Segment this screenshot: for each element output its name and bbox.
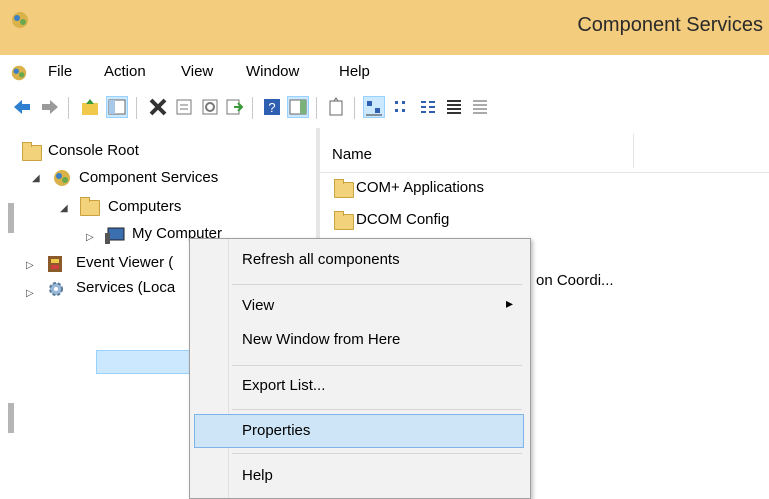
services-gear-icon: [49, 282, 63, 296]
list-item[interactable]: on Coordi...: [536, 272, 614, 289]
scroll-marker: [8, 403, 14, 433]
delete-icon[interactable]: [148, 97, 168, 117]
window-title: Component Services: [577, 14, 763, 36]
component-services-icon: [54, 170, 70, 186]
expand-arrow-icon[interactable]: ◢: [60, 203, 68, 214]
back-arrow-icon[interactable]: [12, 97, 32, 117]
column-separator[interactable]: [633, 134, 634, 168]
computer-icon: [105, 227, 125, 244]
menu-item-help[interactable]: Help: [242, 467, 273, 484]
tree-item-event-viewer[interactable]: Event Viewer (: [76, 254, 173, 271]
configure-icon[interactable]: [470, 97, 490, 117]
svg-text:?: ?: [268, 100, 275, 115]
menu-separator: [232, 409, 522, 410]
menu-separator: [232, 284, 522, 285]
collapse-arrow-icon[interactable]: ▷: [26, 288, 34, 299]
menu-item-refresh-all-components[interactable]: Refresh all components: [242, 251, 400, 268]
list-view-icon[interactable]: [418, 97, 438, 117]
tree-item-services[interactable]: Services (Loca: [76, 279, 175, 296]
tree-item-console-root[interactable]: Console Root: [48, 142, 139, 159]
folder-icon: [22, 142, 42, 161]
system-menu-icon[interactable]: [10, 64, 28, 82]
menu-window[interactable]: Window: [246, 63, 299, 80]
menu-gutter: [228, 239, 229, 498]
menu-separator: [232, 365, 522, 366]
toolbar-separator: [252, 97, 253, 119]
folder-icon: [80, 197, 100, 216]
properties-icon[interactable]: [174, 97, 194, 117]
menu-action[interactable]: Action: [104, 63, 146, 80]
toolbar-separator: [68, 97, 69, 119]
menu-item-view[interactable]: View: [242, 297, 274, 314]
context-menu: Refresh all components View ▸ New Window…: [189, 238, 531, 499]
menu-file[interactable]: File: [48, 63, 72, 80]
collapse-arrow-icon[interactable]: ▷: [86, 232, 94, 243]
small-icons-icon[interactable]: [392, 97, 412, 117]
column-header-name[interactable]: Name: [332, 146, 372, 163]
folder-icon: [334, 179, 354, 198]
toolbar: ?: [0, 89, 769, 125]
list-item[interactable]: COM+ Applications: [356, 179, 484, 196]
column-header: Name: [320, 128, 769, 173]
toolbar-separator: [316, 97, 317, 119]
expand-arrow-icon[interactable]: ◢: [32, 173, 40, 184]
scroll-marker: [8, 203, 14, 233]
event-viewer-icon: [48, 256, 62, 272]
toolbar-separator: [354, 97, 355, 119]
submenu-arrow-icon: ▸: [506, 295, 514, 311]
component-services-icon: [12, 12, 28, 28]
menu-item-new-window-from-here[interactable]: New Window from Here: [242, 331, 400, 348]
up-folder-icon[interactable]: [80, 97, 100, 117]
menu-bar: File Action View Window Help: [0, 55, 769, 89]
help-icon[interactable]: ?: [262, 97, 282, 117]
menu-view[interactable]: View: [181, 63, 213, 80]
forward-arrow-icon[interactable]: [40, 97, 60, 117]
list-item[interactable]: DCOM Config: [356, 211, 449, 228]
tree-item-component-services[interactable]: Component Services: [79, 169, 218, 186]
show-hide-tree-icon[interactable]: [106, 96, 128, 118]
refresh-icon[interactable]: [200, 97, 220, 117]
menu-item-export-list[interactable]: Export List...: [242, 377, 325, 394]
export-icon[interactable]: [224, 97, 244, 117]
detail-view-icon[interactable]: [444, 97, 464, 117]
collapse-arrow-icon[interactable]: ▷: [26, 260, 34, 271]
large-icons-icon[interactable]: [363, 96, 385, 118]
toolbar-separator: [136, 97, 137, 119]
show-action-pane-icon[interactable]: [287, 96, 309, 118]
menu-separator: [232, 453, 522, 454]
tree-item-computers[interactable]: Computers: [108, 198, 181, 215]
menu-item-properties[interactable]: Properties: [242, 422, 310, 439]
new-window-icon[interactable]: [326, 97, 346, 117]
title-bar: Component Services: [0, 0, 769, 55]
menu-help[interactable]: Help: [339, 63, 370, 80]
folder-icon: [334, 211, 354, 230]
